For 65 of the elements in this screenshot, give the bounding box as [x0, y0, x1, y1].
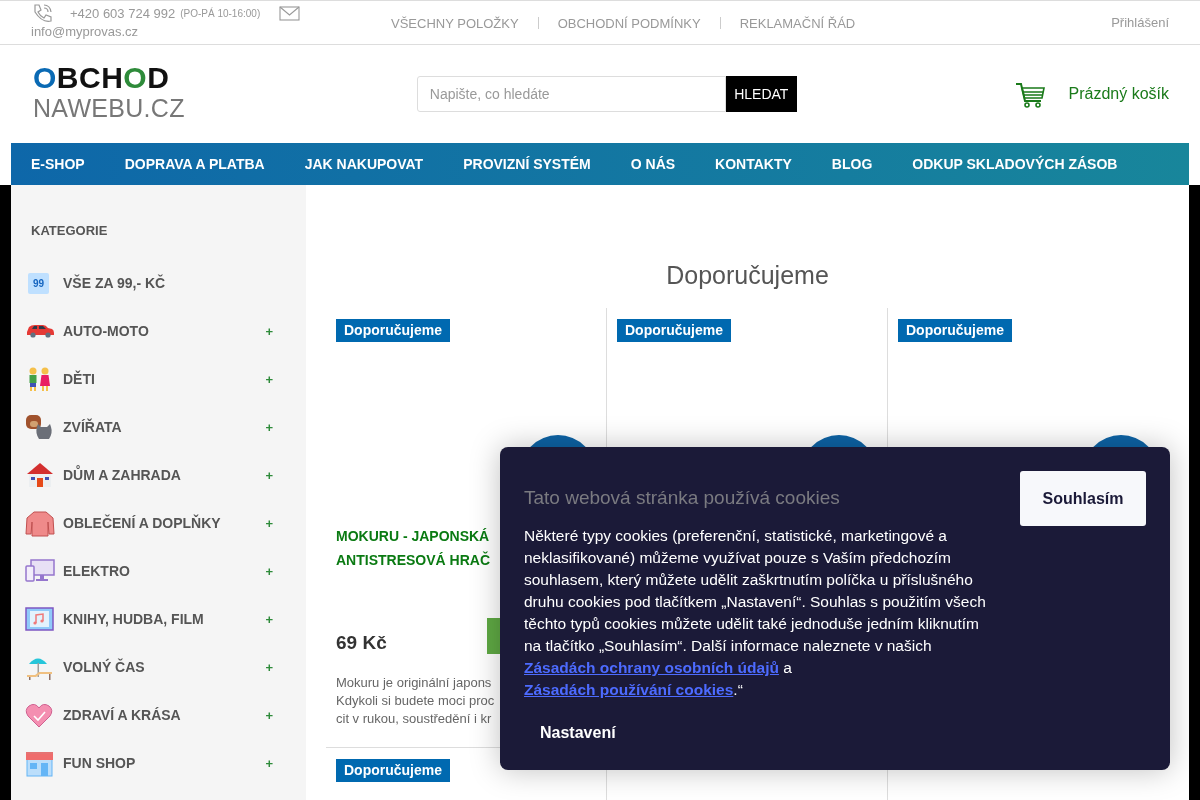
email-link[interactable]: info@myprovas.cz: [31, 25, 139, 39]
house-icon: [25, 461, 55, 489]
product-price: 69 Kč: [336, 632, 388, 654]
policy-link[interactable]: Zásadách používání cookies: [524, 681, 734, 698]
search-button[interactable]: HLEDAT: [725, 76, 797, 112]
sidebar-title: KATEGORIE: [31, 223, 109, 240]
expand-icon[interactable]: +: [265, 611, 273, 627]
recommended-tag: Doporučujeme: [336, 319, 450, 342]
devices-icon: [25, 557, 55, 585]
opening-hours: (PO-PÁ 10-16:00): [180, 7, 261, 19]
menu-item[interactable]: JAK NAKUPOVAT: [304, 156, 424, 172]
expand-icon[interactable]: +: [265, 419, 273, 435]
shop-icon: [25, 749, 55, 777]
category-item[interactable]: KNIHY, HUDBA, FILM +: [11, 595, 306, 643]
top-link[interactable]: REKLAMAČNÍ ŘÁD: [739, 15, 856, 31]
menu-item[interactable]: ODKUP SKLADOVÝCH ZÁSOB: [912, 156, 1118, 172]
expand-icon[interactable]: +: [265, 755, 273, 771]
menu-item[interactable]: E-SHOP: [31, 156, 85, 172]
menu-item[interactable]: O NÁS: [630, 156, 676, 172]
phone-number: +420 603 724 992: [70, 5, 176, 21]
policy-link[interactable]: Zásadách ochrany osobních údajů: [524, 659, 779, 676]
category-item[interactable]: 99 VŠE ZA 99,- KČ: [11, 259, 306, 307]
top-link[interactable]: OBCHODNÍ PODMÍNKY: [557, 15, 701, 31]
menu-item[interactable]: KONTAKTY: [715, 156, 792, 172]
expand-icon[interactable]: +: [265, 467, 273, 483]
expand-icon[interactable]: +: [265, 659, 273, 675]
login-link[interactable]: Přihlášení: [1111, 1, 1169, 45]
menu-item[interactable]: BLOG: [831, 156, 873, 172]
category-item[interactable]: AUTO-MOTO +: [11, 307, 306, 355]
expand-icon[interactable]: +: [265, 563, 273, 579]
cart-link[interactable]: Prázdný košík: [1068, 85, 1169, 103]
mail-icon: [279, 5, 301, 21]
product-description: Mokuru je originální japons Kdykoli si budete moci proc cit v rukou, soustředění i kr: [336, 674, 496, 728]
expand-icon[interactable]: +: [265, 323, 273, 339]
recommended-tag: Doporučujeme: [336, 759, 450, 782]
heart-icon: [25, 701, 55, 729]
category-item[interactable]: ELEKTRO +: [11, 547, 306, 595]
top-link[interactable]: VŠECHNY POLOŽKY: [391, 15, 519, 31]
category-item[interactable]: VOLNÝ ČAS +: [11, 643, 306, 691]
expand-icon[interactable]: +: [265, 707, 273, 723]
search-field[interactable]: Napište, co hledáte: [416, 76, 726, 112]
logo[interactable]: OBCHOD NAWEBU.CZ: [33, 62, 191, 122]
category-item[interactable]: FUN SHOP +: [11, 739, 306, 787]
sweater-icon: [25, 509, 55, 537]
recommended-tag: Doporučujeme: [617, 319, 731, 342]
cart-icon: [1014, 80, 1045, 108]
menu-item[interactable]: DOPRAVA A PLATBA: [124, 156, 265, 172]
category-item[interactable]: ZVÍŘATA +: [11, 403, 306, 451]
category-item[interactable]: DĚTI +: [11, 355, 306, 403]
recommended-tag: Doporučujeme: [898, 319, 1012, 342]
expand-icon[interactable]: +: [265, 371, 273, 387]
film-icon: [25, 605, 55, 633]
settings-button[interactable]: Nastavení: [524, 716, 632, 750]
menu-item[interactable]: PROVIZNÍ SYSTÉM: [463, 156, 591, 172]
pets-icon: [25, 413, 55, 441]
category-item[interactable]: OBLEČENÍ A DOPLŇKY +: [11, 499, 306, 547]
ninety-nine-icon: 99: [28, 272, 49, 294]
expand-icon[interactable]: +: [265, 515, 273, 531]
cookie-text: Některé typy cookies (preferenční, statistické, marketingové a neklasifikované) můžeme využívat pouze s Vaším předchozím souhlasem, který můžete udělit zaškrtnutím políčka u příslušného druhu cookies pod tlačítkem „Nastavení“. Souhlas s použitím všech těchto typů cookies můžete udělit také jednoduše jedním kliknutím na tlačítko „Souhlasím“. Další informace naleznete v našich Zásadách ochrany osobních údajů a Zásadách používání cookies.“: [524, 526, 987, 700]
section-heading: Doporučujeme: [665, 260, 830, 291]
category-item[interactable]: DŮM A ZAHRADA +: [11, 451, 306, 499]
product-title[interactable]: MOKURU - JAPONSKÁ ANTISTRESOVÁ HRAČ: [336, 524, 502, 572]
category-item[interactable]: ZDRAVÍ A KRÁSA +: [11, 691, 306, 739]
dialog-title: Tato webová stránka používá cookies: [524, 486, 840, 510]
cart-button[interactable]: [487, 618, 500, 654]
